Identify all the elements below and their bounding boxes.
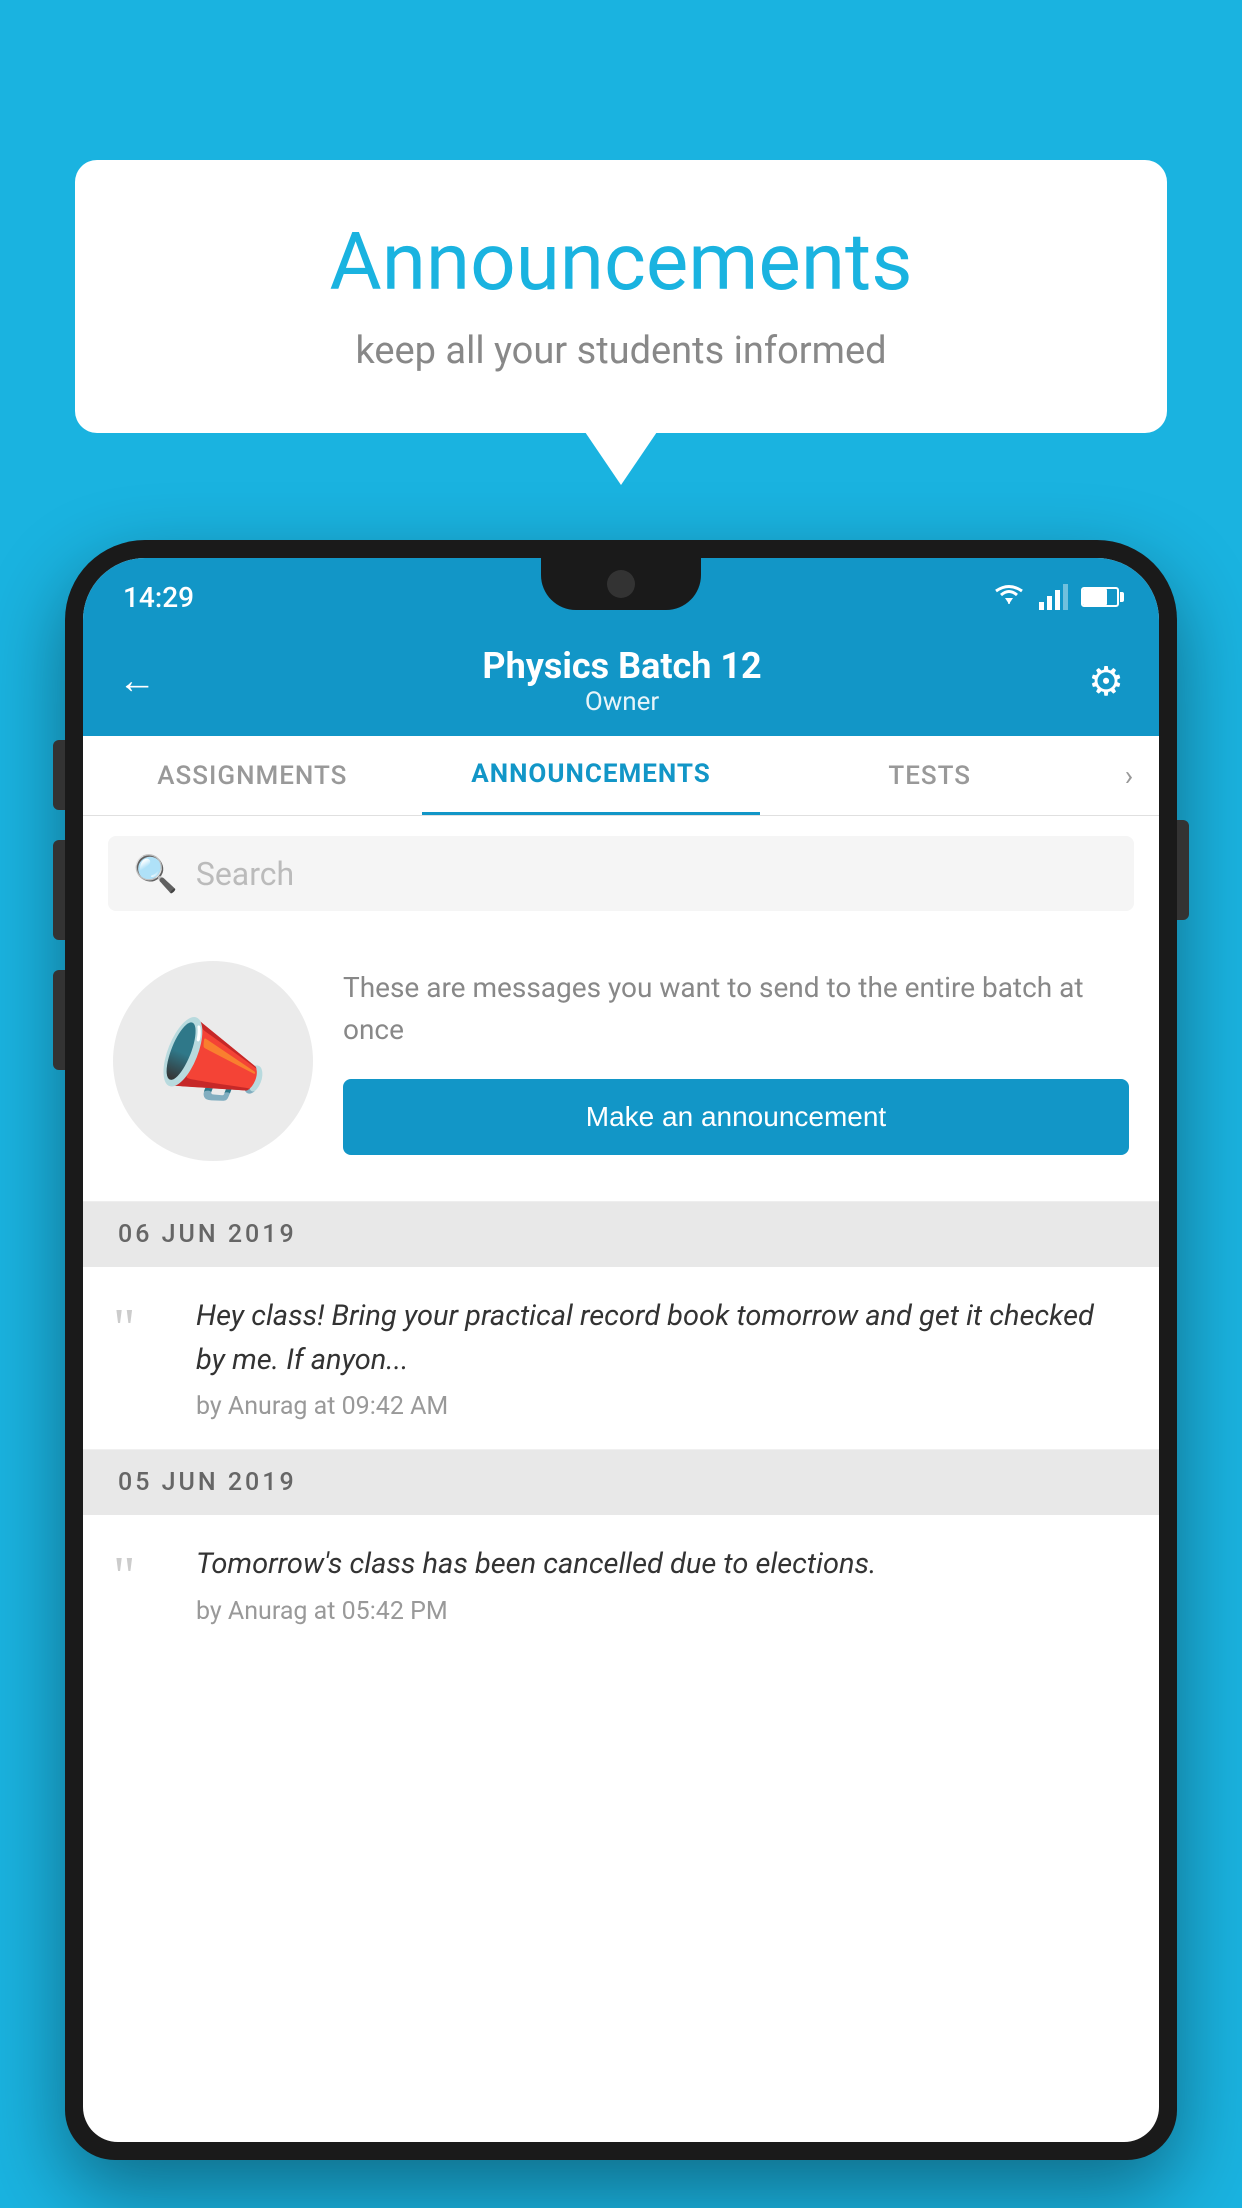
- status-icons: [991, 584, 1119, 610]
- speech-bubble-title: Announcements: [135, 215, 1107, 309]
- announcement-meta-2: by Anurag at 05:42 PM: [196, 1597, 1129, 1626]
- tab-more[interactable]: ›: [1099, 759, 1159, 792]
- phone: 14:29: [65, 540, 1177, 2160]
- tab-announcements[interactable]: ANNOUNCEMENTS: [422, 736, 761, 815]
- phone-btn-right: [1177, 820, 1189, 920]
- date-separator-1: 06 JUN 2019: [83, 1202, 1159, 1267]
- megaphone-circle: 📣: [113, 961, 313, 1161]
- battery-icon: [1081, 587, 1119, 607]
- search-container: 🔍 Search: [83, 816, 1159, 931]
- search-placeholder: Search: [196, 855, 294, 893]
- phone-screen: 14:29: [83, 558, 1159, 2142]
- quote-icon-2: ": [113, 1548, 168, 1603]
- phone-btn-left2: [53, 840, 65, 940]
- speech-bubble-container: Announcements keep all your students inf…: [75, 160, 1167, 433]
- announcement-prompt: 📣 These are messages you want to send to…: [83, 931, 1159, 1202]
- phone-notch: [541, 558, 701, 610]
- announcement-item-2: " Tomorrow's class has been cancelled du…: [83, 1515, 1159, 1654]
- tab-assignments[interactable]: ASSIGNMENTS: [83, 736, 422, 815]
- announcement-right: These are messages you want to send to t…: [343, 967, 1129, 1155]
- quote-icon-1: ": [113, 1300, 168, 1355]
- announcement-description: These are messages you want to send to t…: [343, 967, 1129, 1051]
- announcement-content-1: Hey class! Bring your practical record b…: [196, 1295, 1129, 1421]
- megaphone-icon: 📣: [157, 1009, 269, 1114]
- back-button[interactable]: ←: [118, 659, 156, 703]
- header-title: Physics Batch 12: [482, 645, 761, 687]
- tabs-container: ASSIGNMENTS ANNOUNCEMENTS TESTS ›: [83, 736, 1159, 816]
- speech-bubble-subtitle: keep all your students informed: [135, 329, 1107, 373]
- signal-icon: [1039, 584, 1069, 610]
- date-separator-2: 05 JUN 2019: [83, 1450, 1159, 1515]
- tab-tests[interactable]: TESTS: [760, 736, 1099, 815]
- make-announcement-button[interactable]: Make an announcement: [343, 1079, 1129, 1155]
- wifi-icon: [991, 584, 1027, 610]
- phone-btn-left3: [53, 970, 65, 1070]
- search-icon: 🔍: [133, 853, 178, 895]
- app-header: ← Physics Batch 12 Owner ⚙: [83, 626, 1159, 736]
- phone-container: 14:29: [65, 540, 1177, 2208]
- speech-bubble: Announcements keep all your students inf…: [75, 160, 1167, 433]
- header-subtitle: Owner: [482, 687, 761, 717]
- announcement-message-1: Hey class! Bring your practical record b…: [196, 1295, 1129, 1382]
- phone-camera: [607, 570, 635, 598]
- search-box[interactable]: 🔍 Search: [108, 836, 1134, 911]
- phone-btn-left1: [53, 740, 65, 810]
- announcement-meta-1: by Anurag at 09:42 AM: [196, 1392, 1129, 1421]
- status-time: 14:29: [123, 581, 194, 614]
- announcement-message-2: Tomorrow's class has been cancelled due …: [196, 1543, 1129, 1587]
- settings-icon[interactable]: ⚙: [1088, 658, 1124, 705]
- announcement-item-1: " Hey class! Bring your practical record…: [83, 1267, 1159, 1450]
- announcement-content-2: Tomorrow's class has been cancelled due …: [196, 1543, 1129, 1626]
- header-title-group: Physics Batch 12 Owner: [482, 645, 761, 717]
